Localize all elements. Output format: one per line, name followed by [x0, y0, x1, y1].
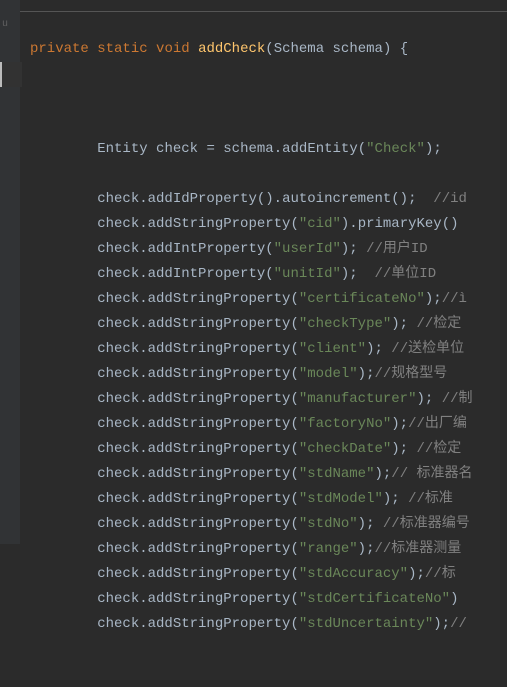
- gutter: u: [0, 0, 20, 544]
- code-line: check.addStringProperty("stdName");// 标准…: [30, 462, 507, 487]
- code-line: check.addStringProperty("factoryNo");//出…: [30, 412, 507, 437]
- code-line: check.addStringProperty("stdUncertainty"…: [30, 612, 507, 637]
- code-line: check.addStringProperty("stdModel"); //标…: [30, 487, 507, 512]
- code-line: check.addStringProperty("stdNo"); //标准器编…: [30, 512, 507, 537]
- code-line: check.addStringProperty("stdCertificateN…: [30, 587, 507, 612]
- code-editor[interactable]: u private static void addCheck(Schema sc…: [0, 0, 507, 544]
- code-line: check.addStringProperty("range");//标准器测量: [30, 537, 507, 562]
- code-line: private static void addCheck(Schema sche…: [30, 37, 507, 62]
- code-line: check.addStringProperty("stdAccuracy");/…: [30, 562, 507, 587]
- code-line: check.addIntProperty("userId"); //用户ID: [30, 237, 507, 262]
- code-line: Entity check = schema.addEntity("Check")…: [30, 137, 507, 162]
- code-line: check.addStringProperty("checkType"); //…: [30, 312, 507, 337]
- code-line: check.addStringProperty("certificateNo")…: [30, 287, 507, 312]
- code-line: [30, 87, 507, 112]
- code-line: check.addIntProperty("unitId"); //单位ID: [30, 262, 507, 287]
- code-line: check.addStringProperty("model");//规格型号: [30, 362, 507, 387]
- caret-indicator: [0, 62, 22, 87]
- code-line: check.addStringProperty("cid").primaryKe…: [30, 212, 507, 237]
- fold-mark[interactable]: u: [0, 12, 20, 37]
- code-line: check.addStringProperty("client"); //送检单…: [30, 337, 507, 362]
- code-line: check.addStringProperty("checkDate"); //…: [30, 437, 507, 462]
- code-line: check.addStringProperty("manufacturer");…: [30, 387, 507, 412]
- code-area[interactable]: private static void addCheck(Schema sche…: [20, 0, 507, 544]
- code-line: check.addIdProperty().autoincrement(); /…: [30, 187, 507, 212]
